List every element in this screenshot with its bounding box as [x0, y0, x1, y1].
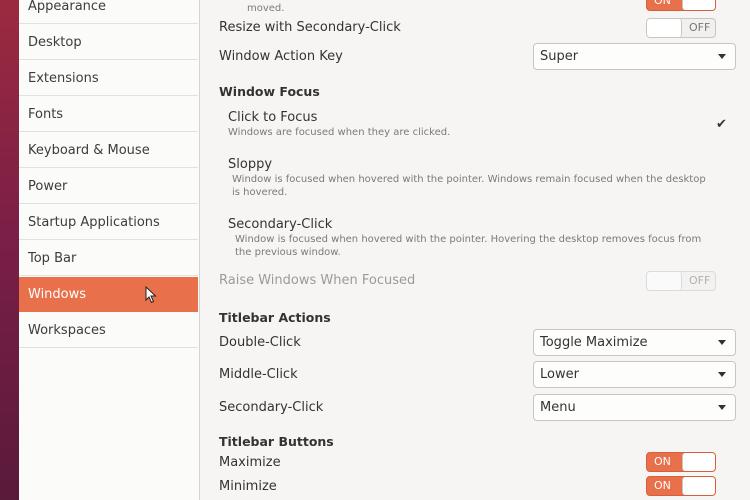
- raise-windows-toggle[interactable]: OFF: [646, 271, 716, 291]
- sidebar-item-power[interactable]: Power: [19, 169, 198, 204]
- secondary-click-label: Secondary-Click: [219, 400, 324, 415]
- sidebar-item-label: Power: [28, 178, 68, 194]
- sidebar-item-windows[interactable]: Windows: [19, 277, 198, 312]
- sidebar-item-workspaces[interactable]: Workspaces: [19, 313, 198, 348]
- resize-secondary-click-label: Resize with Secondary-Click: [219, 20, 401, 35]
- focus-option-title: Click to Focus: [228, 110, 318, 125]
- titlebar-actions-heading: Titlebar Actions: [219, 310, 331, 325]
- sidebar-item-label: Desktop: [28, 34, 82, 50]
- chevron-down-icon: [718, 405, 726, 410]
- sidebar-item-label: Windows: [28, 286, 87, 302]
- sidebar-item-top-bar[interactable]: Top Bar: [19, 241, 198, 276]
- sidebar-item-desktop[interactable]: Desktop: [19, 25, 198, 60]
- sidebar: Appearance Desktop Extensions Fonts Keyb…: [19, 0, 200, 500]
- focus-option-description: Window is focused when hovered with the …: [232, 174, 706, 185]
- raise-windows-label: Raise Windows When Focused: [219, 273, 416, 288]
- focus-option-description-cont: the previous window.: [235, 247, 341, 258]
- focus-option-description-cont: is hovered.: [232, 187, 288, 198]
- sidebar-item-label: Workspaces: [28, 322, 106, 338]
- minimize-toggle[interactable]: ON: [646, 476, 716, 496]
- resize-secondary-click-toggle[interactable]: OFF: [646, 18, 716, 38]
- maximize-toggle[interactable]: ON: [646, 452, 716, 472]
- middle-click-label: Middle-Click: [219, 367, 298, 382]
- dropdown-value: Super: [540, 49, 579, 64]
- chevron-down-icon: [718, 372, 726, 377]
- minimize-label: Minimize: [219, 479, 277, 494]
- dropdown-value: Menu: [540, 400, 576, 415]
- partial-description: moved.: [247, 3, 285, 14]
- window-action-key-dropdown[interactable]: Super: [533, 43, 736, 70]
- windows-settings-panel: moved. ON Resize with Secondary-Click OF…: [200, 0, 750, 500]
- sidebar-item-keyboard-mouse[interactable]: Keyboard & Mouse: [19, 133, 198, 168]
- tweaks-window: Appearance Desktop Extensions Fonts Keyb…: [19, 0, 750, 500]
- toggle-knob: [647, 19, 682, 37]
- sidebar-item-label: Fonts: [28, 106, 64, 122]
- sidebar-item-appearance[interactable]: Appearance: [19, 0, 198, 24]
- toggle-state: ON: [654, 455, 671, 468]
- top-partial-toggle[interactable]: ON: [646, 0, 716, 11]
- toggle-state: OFF: [689, 21, 711, 34]
- double-click-dropdown[interactable]: Toggle Maximize: [533, 329, 736, 356]
- dropdown-value: Toggle Maximize: [540, 335, 648, 350]
- focus-option-title: Secondary-Click: [228, 217, 333, 232]
- mouse-pointer-icon: [145, 286, 157, 304]
- sidebar-item-label: Top Bar: [28, 250, 77, 266]
- maximize-label: Maximize: [219, 455, 281, 470]
- toggle-state: ON: [654, 0, 671, 7]
- toggle-state: ON: [654, 479, 671, 492]
- secondary-click-dropdown[interactable]: Menu: [533, 394, 736, 421]
- middle-click-dropdown[interactable]: Lower: [533, 361, 736, 388]
- window-action-key-label: Window Action Key: [219, 49, 343, 64]
- check-icon: ✔: [716, 117, 727, 132]
- toggle-knob: [682, 453, 715, 471]
- toggle-knob: [647, 272, 682, 290]
- sidebar-item-fonts[interactable]: Fonts: [19, 97, 198, 132]
- sidebar-item-startup-applications[interactable]: Startup Applications: [19, 205, 198, 240]
- sidebar-item-label: Keyboard & Mouse: [28, 142, 150, 158]
- dropdown-value: Lower: [540, 367, 579, 382]
- sidebar-item-label: Extensions: [28, 70, 99, 86]
- chevron-down-icon: [718, 340, 726, 345]
- toggle-state: OFF: [689, 274, 711, 287]
- focus-option-description: Window is focused when hovered with the …: [235, 234, 702, 245]
- focus-option-title: Sloppy: [228, 157, 273, 172]
- sidebar-item-extensions[interactable]: Extensions: [19, 61, 198, 96]
- sidebar-item-label: Appearance: [28, 0, 107, 14]
- toggle-knob: [682, 477, 715, 495]
- sidebar-item-label: Startup Applications: [28, 214, 160, 230]
- window-focus-heading: Window Focus: [219, 84, 320, 99]
- chevron-down-icon: [718, 54, 726, 59]
- titlebar-buttons-heading: Titlebar Buttons: [219, 434, 334, 449]
- toggle-knob: [682, 0, 715, 10]
- double-click-label: Double-Click: [219, 335, 301, 350]
- focus-option-description: Windows are focused when they are clicke…: [228, 127, 451, 138]
